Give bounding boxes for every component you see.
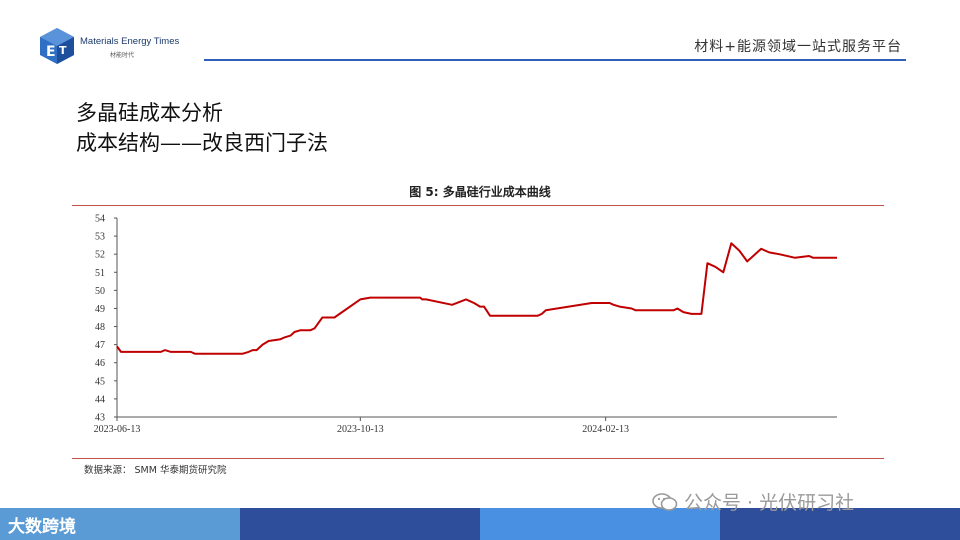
y-tick-label: 50 bbox=[95, 286, 105, 297]
wechat-icon bbox=[652, 493, 678, 511]
header-divider bbox=[204, 59, 906, 61]
cost-line-chart: 43 44 45 46 47 48 49 50 51 52 53 54 2023-06-13 2023-… bbox=[94, 214, 837, 435]
data-source-note: 数据来源： SMM 华泰期货研究院 bbox=[84, 465, 227, 476]
y-tick-label: 44 bbox=[95, 394, 105, 405]
brand-name-en: Materials Energy Times bbox=[80, 36, 180, 47]
y-tick-label: 54 bbox=[95, 214, 105, 225]
svg-text:E: E bbox=[46, 44, 56, 60]
y-tick-label: 46 bbox=[95, 358, 105, 369]
y-tick-label: 45 bbox=[95, 376, 105, 387]
footer-segment bbox=[240, 508, 480, 540]
cost-series-line bbox=[116, 242, 837, 355]
chart-top-rule bbox=[72, 205, 884, 206]
y-tick-label: 52 bbox=[95, 250, 105, 261]
header-tagline: 材料+能源领域一站式服务平台 bbox=[694, 39, 902, 55]
y-tick-label: 43 bbox=[95, 413, 105, 424]
y-tick-label: 51 bbox=[95, 268, 105, 279]
brand-name-cn: 材能时代 bbox=[110, 52, 135, 59]
chart-bottom-rule bbox=[72, 458, 884, 459]
cube-logo-icon: E T bbox=[40, 28, 74, 64]
footer-logo-text: 大数跨境 bbox=[8, 517, 76, 537]
y-tick-label: 53 bbox=[95, 232, 105, 243]
y-tick-label: 48 bbox=[95, 322, 105, 333]
x-tick-label: 2024-02-13 bbox=[582, 424, 629, 435]
slide-title-line2: 成本结构——改良西门子法 bbox=[76, 131, 328, 155]
wechat-watermark: 公众号 · 光伏研习社 bbox=[652, 488, 854, 515]
svg-text:T: T bbox=[59, 44, 67, 57]
y-tick-label: 47 bbox=[95, 340, 105, 351]
chart-title: 图 5: 多晶硅行业成本曲线 bbox=[409, 185, 551, 199]
x-tick-label: 2023-10-13 bbox=[337, 424, 384, 435]
slide-title: 多晶硅成本分析 成本结构——改良西门子法 bbox=[76, 98, 328, 158]
brand-logo: E T Materials Energy Times 材能时代 bbox=[38, 26, 198, 70]
watermark-text: 公众号 · 光伏研习社 bbox=[684, 492, 855, 514]
slide-title-line1: 多晶硅成本分析 bbox=[76, 101, 223, 125]
footer-logo: 大数跨境 bbox=[8, 512, 76, 537]
y-tick-label: 49 bbox=[95, 304, 105, 315]
x-tick-label: 2023-06-13 bbox=[94, 424, 141, 435]
